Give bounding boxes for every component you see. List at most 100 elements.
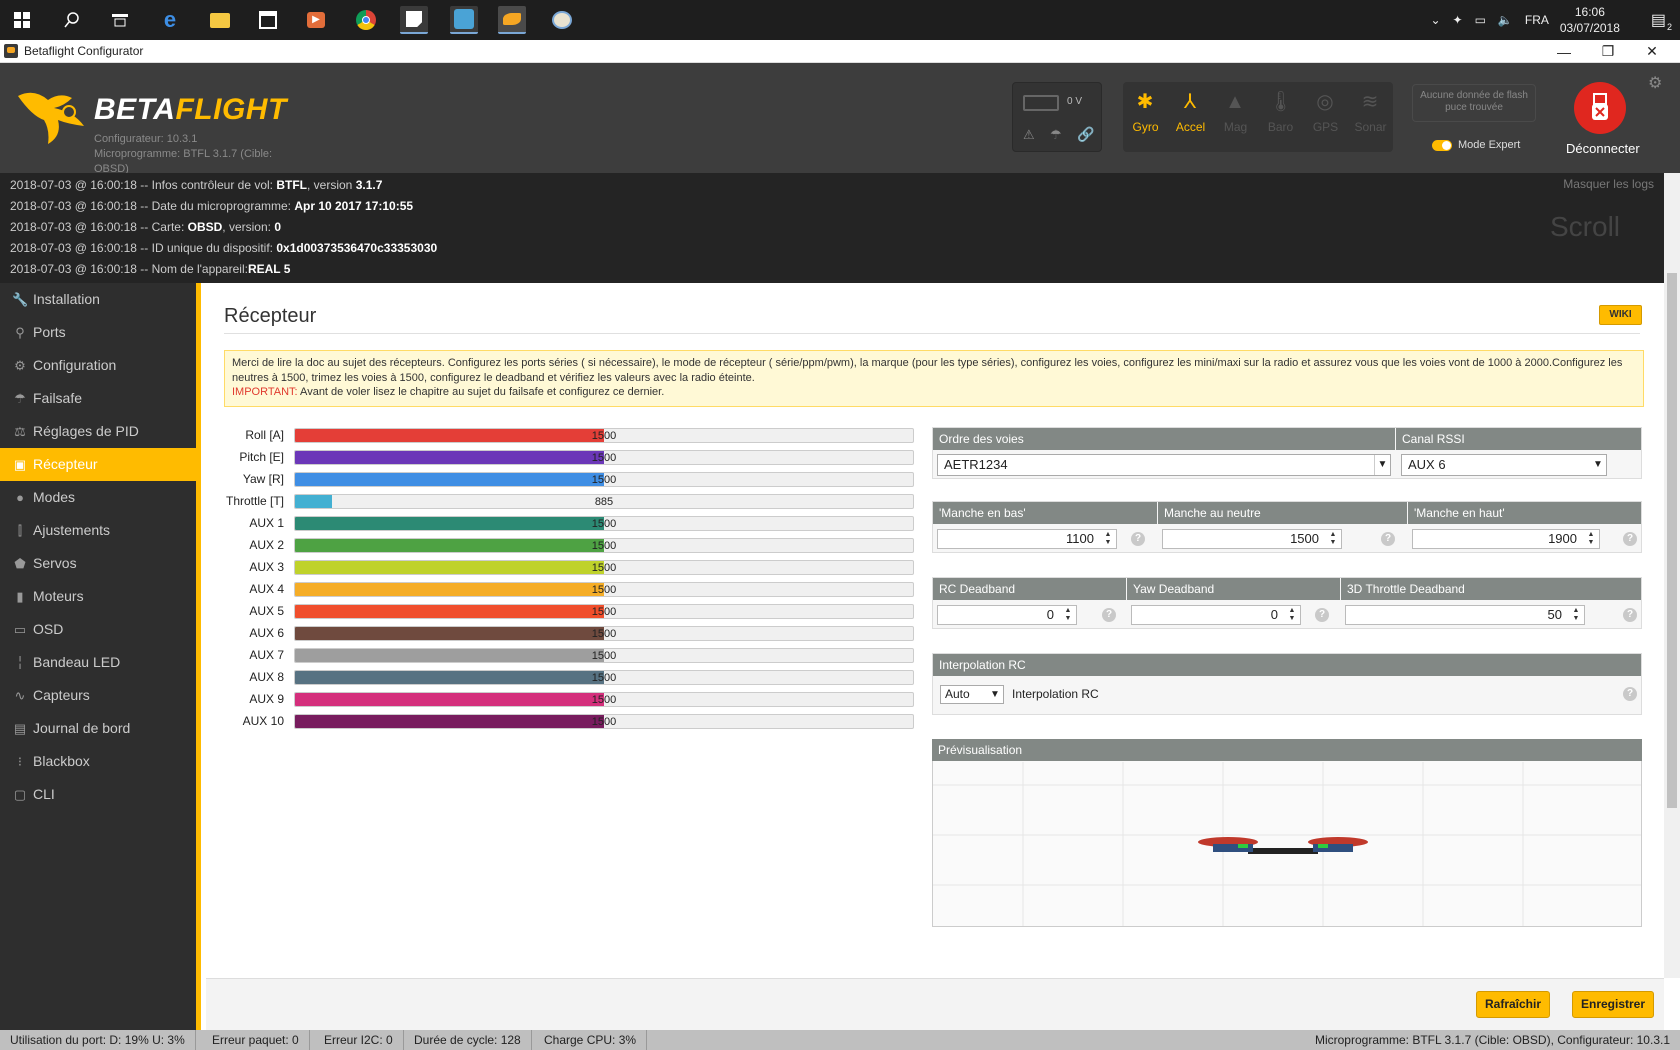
help-icon[interactable]: ?: [1131, 532, 1145, 546]
sidebar-item-osd[interactable]: ▭ OSD: [0, 613, 196, 646]
yaw-deadband-input[interactable]: 0 ▲ ▼: [1131, 605, 1301, 625]
rc-deadband-header: RC Deadband: [933, 578, 1126, 600]
scroll-indicator: Scroll: [1550, 211, 1621, 242]
app-icon[interactable]: [450, 6, 478, 34]
language-indicator[interactable]: FRA: [1525, 13, 1549, 27]
sidebar-item-blackbox[interactable]: ⁝ Blackbox: [0, 745, 196, 778]
stick-high-input[interactable]: 1900 ▲ ▼: [1412, 529, 1600, 549]
rc-interpolation-panel: Interpolation RC Auto ▼ Interpolation RC …: [932, 653, 1642, 715]
chevron-down-icon: ▼: [990, 689, 1000, 700]
channel-label: Roll [A]: [245, 428, 284, 442]
channel-map-input[interactable]: AETR1234 ▼: [937, 454, 1391, 476]
sidebar-item-modes[interactable]: ● Modes: [0, 481, 196, 514]
help-icon[interactable]: ?: [1623, 608, 1637, 622]
minimize-button[interactable]: —: [1542, 40, 1586, 63]
volume-icon[interactable]: 🔈: [1498, 13, 1513, 27]
help-icon[interactable]: ?: [1381, 532, 1395, 546]
expert-mode-toggle[interactable]: Mode Expert: [1432, 139, 1520, 151]
sidebar-item-sensors[interactable]: ∿ Capteurs: [0, 679, 196, 712]
network-icon[interactable]: ▭: [1475, 13, 1486, 27]
help-icon[interactable]: ?: [1315, 608, 1329, 622]
log-line: 2018-07-03 @ 16:00:18 -- Carte: OBSD, ve…: [10, 220, 282, 234]
rc-interpolation-label: Interpolation RC: [1012, 687, 1099, 701]
help-icon[interactable]: ?: [1102, 608, 1116, 622]
sidebar-item-servos[interactable]: ⬟ Servos: [0, 547, 196, 580]
settings-gear-icon[interactable]: ⚙: [1648, 73, 1662, 93]
channel-bar: 885: [294, 494, 914, 509]
help-icon[interactable]: ?: [1623, 687, 1637, 701]
note-important-text: Avant de voler lisez le chapitre au suje…: [297, 386, 665, 398]
channel-label: AUX 4: [249, 582, 284, 596]
stick-low-input[interactable]: 1100 ▲ ▼: [937, 529, 1117, 549]
rc-interpolation-select[interactable]: Auto ▼: [940, 685, 1004, 704]
expert-toggle-switch[interactable]: [1432, 139, 1452, 151]
spinner-icon[interactable]: ▲ ▼: [1286, 607, 1298, 623]
spinner-icon[interactable]: ▲ ▼: [1585, 531, 1597, 547]
stick-center-input[interactable]: 1500 ▲ ▼: [1162, 529, 1342, 549]
rc-deadband-input[interactable]: 0 ▲ ▼: [937, 605, 1077, 625]
log-line: 2018-07-03 @ 16:00:18 -- Date du micropr…: [10, 199, 414, 213]
channel-label: AUX 10: [242, 714, 284, 728]
disconnect-label[interactable]: Déconnecter: [1566, 141, 1640, 156]
log-line: 2018-07-03 @ 16:00:18 -- Infos contrôleu…: [10, 178, 383, 192]
sidebar-item-adjustments[interactable]: ⫿ Ajustements: [0, 514, 196, 547]
dataflash-status: Aucune donnée de flash puce trouvée: [1412, 84, 1536, 122]
sidebar-item-motors[interactable]: ▮ Moteurs: [0, 580, 196, 613]
rssi-channel-select[interactable]: AUX 6 ▼: [1401, 454, 1607, 476]
sidebar-item-configuration[interactable]: ⚙ Configuration: [0, 349, 196, 382]
maximize-button[interactable]: ❐: [1586, 40, 1630, 63]
help-icon[interactable]: ?: [1623, 532, 1637, 546]
preview-header: Prévisualisation: [932, 739, 1642, 761]
betaflight-app-icon: [4, 44, 18, 58]
spinner-icon[interactable]: ▲ ▼: [1327, 531, 1339, 547]
sidebar-item-logging[interactable]: ▤ Journal de bord: [0, 712, 196, 745]
disconnect-button[interactable]: [1574, 82, 1626, 134]
window-titlebar: Betaflight Configurator — ❐ ✕: [0, 40, 1680, 63]
sidebar-item-installation[interactable]: 🔧 Installation: [0, 283, 196, 316]
sensor-baro: 🌡 Baro: [1267, 91, 1294, 134]
spinner-icon[interactable]: ▲ ▼: [1062, 607, 1074, 623]
hide-logs-link[interactable]: Masquer les logs: [1563, 177, 1654, 191]
file-explorer-icon[interactable]: [206, 6, 234, 34]
sidebar-item-led-strip[interactable]: ╎ Bandeau LED: [0, 646, 196, 679]
paint-icon[interactable]: [548, 6, 576, 34]
dropbox-icon[interactable]: ✦: [1453, 13, 1463, 27]
flash-status-line1: Aucune donnée de flash: [1420, 90, 1528, 101]
notifications-icon[interactable]: ▤ 2: [1651, 10, 1672, 32]
wiki-button[interactable]: WIKI: [1599, 305, 1642, 325]
search-icon[interactable]: [58, 6, 86, 34]
edge-browser-icon[interactable]: e: [156, 6, 184, 34]
clock[interactable]: 16:06 03/07/2018: [1555, 4, 1625, 36]
sidebar-item-receiver[interactable]: ▣ Récepteur: [0, 448, 196, 481]
chevron-up-icon[interactable]: ⌄: [1430, 13, 1440, 27]
media-player-icon[interactable]: ▶: [302, 6, 330, 34]
channel-label: AUX 3: [249, 560, 284, 574]
store-icon[interactable]: [254, 6, 282, 34]
led-icon: ╎: [16, 655, 24, 670]
scrollbar-thumb[interactable]: [1667, 273, 1677, 808]
spinner-icon[interactable]: ▲ ▼: [1570, 607, 1582, 623]
windows-start-icon[interactable]: [8, 6, 36, 34]
refresh-button[interactable]: Rafraîchir: [1476, 991, 1550, 1018]
sidebar-item-pid[interactable]: ⚖ Réglages de PID: [0, 415, 196, 448]
spinner-icon[interactable]: ▲ ▼: [1102, 531, 1114, 547]
betaflight-logo-icon: [14, 86, 92, 149]
port-usage: Utilisation du port: D: 19% U: 3%: [0, 1030, 196, 1050]
sidebar-item-cli[interactable]: ▢ CLI: [0, 778, 196, 811]
close-button[interactable]: ✕: [1630, 40, 1674, 63]
sidebar-item-failsafe[interactable]: ☂ Failsafe: [0, 382, 196, 415]
vertical-scrollbar[interactable]: [1664, 173, 1680, 978]
chrome-icon[interactable]: [352, 6, 380, 34]
sensor-icon: ∿: [14, 688, 26, 703]
save-button[interactable]: Enregistrer: [1572, 991, 1654, 1018]
log-line: 2018-07-03 @ 16:00:18 -- Nom de l'appare…: [10, 262, 291, 276]
3d-throttle-deadband-input[interactable]: 50 ▲ ▼: [1345, 605, 1585, 625]
sidebar-item-ports[interactable]: ⚲ Ports: [0, 316, 196, 349]
logbook-icon: ▤: [13, 721, 27, 736]
betaflight-taskbar-icon[interactable]: [498, 6, 526, 34]
page-title: Récepteur: [224, 305, 317, 327]
channel-bar: 1500: [294, 450, 914, 465]
deadband-panel: RC Deadband Yaw Deadband 3D Throttle Dea…: [932, 577, 1642, 629]
sticky-notes-icon[interactable]: [400, 6, 428, 34]
task-view-icon[interactable]: [106, 6, 134, 34]
